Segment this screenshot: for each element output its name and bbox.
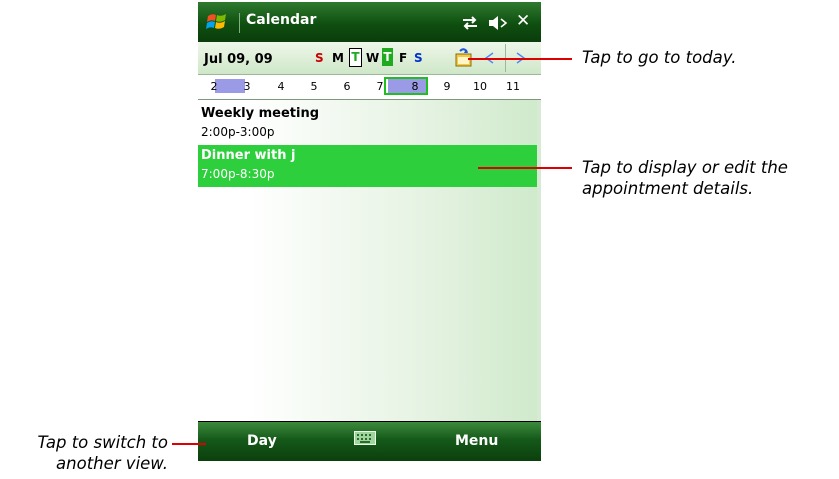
weekday-fri[interactable]: F bbox=[399, 51, 407, 65]
callout-text: Tap to switch to bbox=[37, 433, 168, 452]
week-date[interactable]: 11 bbox=[503, 80, 523, 93]
week-date-selected[interactable]: 8 bbox=[405, 80, 425, 93]
weekday-tue-today[interactable]: T bbox=[349, 48, 362, 67]
device-screen: Calendar ✕ Jul 09, 09 S M T W T F S 2 3 … bbox=[198, 2, 541, 461]
callout-text: Tap to display or edit the bbox=[582, 158, 788, 177]
weekday-mon[interactable]: M bbox=[332, 51, 344, 65]
callout-details: Tap to display or edit the appointment d… bbox=[582, 157, 788, 199]
soft-key-bar: Day Menu bbox=[198, 422, 541, 461]
title-bar: Calendar ✕ bbox=[198, 2, 541, 42]
weekday-sun[interactable]: S bbox=[315, 51, 324, 65]
menu-softkey[interactable]: Menu bbox=[455, 433, 498, 449]
weekday-thu-selected[interactable]: T bbox=[382, 48, 393, 66]
week-strip: 2 3 4 5 6 7 8 9 10 11 bbox=[198, 75, 541, 100]
keyboard-icon[interactable] bbox=[354, 431, 376, 445]
volume-muted-icon[interactable] bbox=[487, 14, 509, 32]
day-view-softkey[interactable]: Day bbox=[247, 433, 277, 449]
title-separator bbox=[239, 13, 240, 33]
callout-today: Tap to go to today. bbox=[582, 47, 737, 68]
callout-line-today bbox=[468, 58, 572, 60]
callout-text: Tap to go to today. bbox=[582, 48, 737, 67]
week-date[interactable]: 3 bbox=[237, 80, 257, 93]
callout-text: appointment details. bbox=[582, 179, 754, 198]
callout-line-switch bbox=[172, 443, 206, 445]
callout-text: another view. bbox=[56, 454, 168, 473]
connectivity-icon[interactable] bbox=[460, 14, 480, 32]
appointment-item-selected[interactable]: Dinner with j 7:00p-8:30p bbox=[198, 145, 537, 187]
week-date[interactable]: 10 bbox=[470, 80, 490, 93]
appointment-item[interactable]: Weekly meeting 2:00p-3:00p bbox=[198, 103, 537, 145]
week-date[interactable]: 5 bbox=[304, 80, 324, 93]
week-date[interactable]: 6 bbox=[337, 80, 357, 93]
appointment-time: 2:00p-3:00p bbox=[201, 125, 275, 139]
appointment-title: Weekly meeting bbox=[201, 106, 320, 121]
appointment-list: Weekly meeting 2:00p-3:00p Dinner with j… bbox=[198, 100, 541, 421]
appointment-time: 7:00p-8:30p bbox=[201, 167, 275, 181]
week-date[interactable]: 2 bbox=[204, 80, 224, 93]
windows-start-icon[interactable] bbox=[205, 10, 231, 34]
week-date[interactable]: 4 bbox=[271, 80, 291, 93]
callout-switch-view: Tap to switch to another view. bbox=[8, 432, 168, 474]
callout-line-details bbox=[478, 167, 572, 169]
weekday-sat[interactable]: S bbox=[414, 51, 423, 65]
week-date[interactable]: 9 bbox=[437, 80, 457, 93]
week-date[interactable]: 7 bbox=[370, 80, 390, 93]
app-title: Calendar bbox=[246, 12, 317, 28]
current-date[interactable]: Jul 09, 09 bbox=[204, 52, 273, 67]
scrollbar[interactable] bbox=[537, 100, 541, 421]
appointment-title: Dinner with j bbox=[201, 148, 296, 163]
close-button[interactable]: ✕ bbox=[516, 11, 530, 31]
weekday-wed[interactable]: W bbox=[366, 51, 379, 65]
